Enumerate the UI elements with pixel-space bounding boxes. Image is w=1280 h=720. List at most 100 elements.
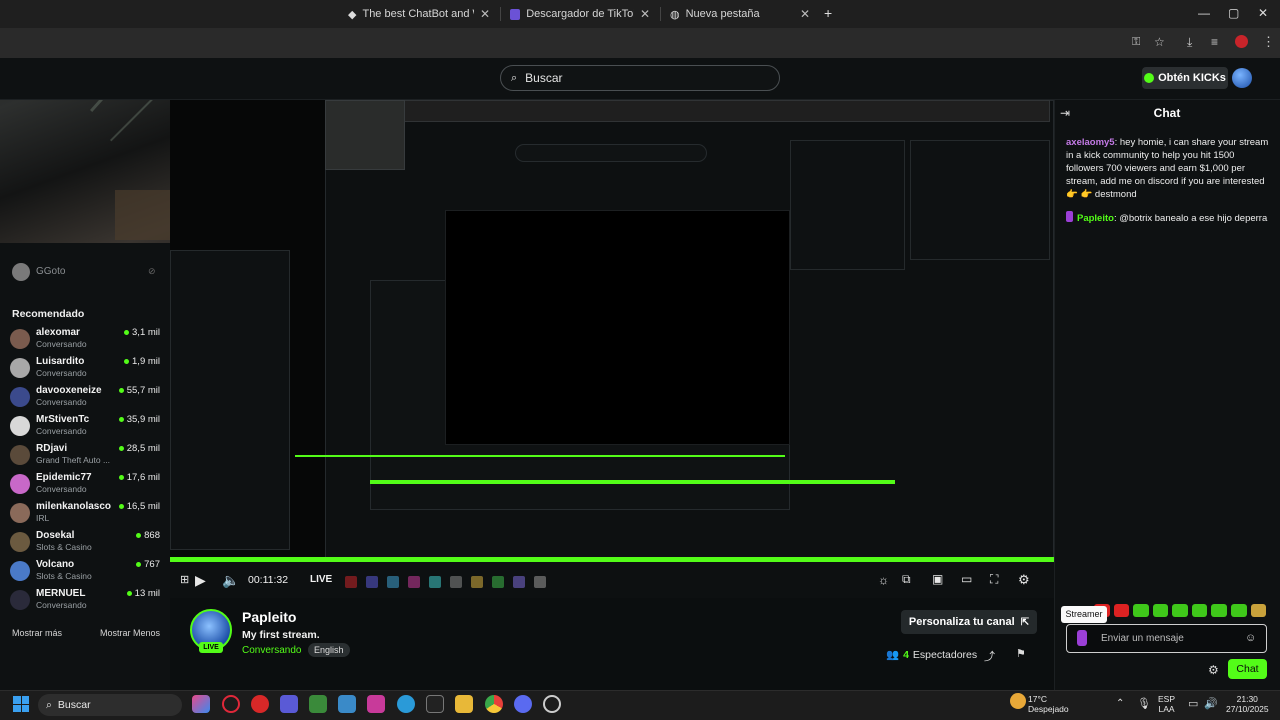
microphone-icon[interactable]: 🎙 [1137,697,1151,710]
windows-logo-ghost-icon: ⊞ [180,574,190,586]
windows-start-icon[interactable] [13,696,29,712]
bookmark-star-icon[interactable]: ☆ [1154,35,1165,49]
volume-icon[interactable]: 🔈 [222,572,239,589]
emote-icon[interactable] [1152,604,1169,617]
download-icon[interactable]: ⤓ [1187,35,1192,50]
sidebar-channel-item[interactable]: Dosekal Slots & Casino 868 [10,529,162,555]
epic-games-icon[interactable] [426,695,444,713]
stream-title: My first stream. [242,629,320,641]
channel-name: davooxeneize [36,385,102,396]
emote-icon[interactable] [1172,604,1188,617]
tab-favicon-icon [510,8,521,20]
edge-icon[interactable] [397,695,415,713]
settings-gear-icon[interactable]: ⚙ [1018,572,1030,588]
discord-icon[interactable] [514,695,532,713]
play-button[interactable]: ▶ [195,572,206,589]
channel-avatar [10,445,30,465]
fullscreen-icon[interactable]: ⛶ [990,572,998,587]
network-icon[interactable]: ▭ [1188,697,1198,710]
customize-channel-button[interactable]: Personaliza tu canal ⇱ [901,610,1037,634]
steam-icon[interactable] [338,695,356,713]
share-icon[interactable]: ⤴ [984,648,995,664]
speaker-icon[interactable]: 🔊 [1204,697,1218,710]
channel-name: Volcano [36,559,75,570]
channel-avatar [10,590,30,610]
get-kicks-button[interactable]: Obtén KICKs [1142,67,1228,89]
emote-icon[interactable] [1230,604,1247,617]
weather-icon [1010,693,1026,709]
stream-category[interactable]: Conversando [242,645,301,656]
obs-icon[interactable] [543,695,561,713]
sidebar-channel-item[interactable]: alexomar Conversando 3,1 mil [10,326,162,352]
sidebar-channel-item[interactable]: RDjavi Grand Theft Auto ... 28,5 mil [10,442,162,468]
clock[interactable]: 21:30 27/10/2025 [1226,694,1269,714]
close-window-button[interactable]: ✕ [1258,6,1268,20]
emote-icon[interactable] [1113,604,1130,617]
sidebar-channel-item[interactable]: Luisardito Conversando 1,9 mil [10,355,162,381]
tab-chatbot[interactable]: ◆ The best ChatBot and Widgets ✕ [340,2,498,26]
viewer-count: 55,7 mil [119,385,160,396]
channel-avatar [10,503,30,523]
close-tab-icon[interactable]: ✕ [800,7,810,21]
language-tag[interactable]: English [308,643,350,657]
picture-in-picture-icon[interactable]: ⧉ [902,572,911,587]
teams-icon[interactable] [280,695,298,713]
taskbar-search[interactable]: ⌕ Buscar [38,694,182,716]
tab-favicon-icon: ◆ [348,8,357,21]
sidebar-channel-item[interactable]: Volcano Slots & Casino 767 [10,558,162,584]
key-icon[interactable]: ⚿ [1132,36,1140,49]
sidebar-channel-item[interactable]: milenkanolasco IRL 16,5 mil [10,500,162,526]
chrome-icon[interactable] [485,695,503,713]
chat-settings-icon[interactable]: ⚙ [1208,663,1219,677]
record-app-icon[interactable] [251,695,269,713]
chat-username[interactable]: Papleito [1077,213,1114,224]
channel-category: Conversando [36,484,87,494]
sidebar-channel-item[interactable]: Epidemic77 Conversando 17,6 mil [10,471,162,497]
show-more-link[interactable]: Mostrar más [12,628,62,638]
video-player[interactable] [170,100,1054,560]
opera-icon[interactable] [222,695,240,713]
emote-icon[interactable] [1191,604,1208,617]
maximize-button[interactable]: ▢ [1228,6,1239,20]
user-avatar[interactable] [1232,68,1252,88]
close-tab-icon[interactable]: ✕ [640,7,650,21]
offline-channel-name[interactable]: GGoto [36,266,65,277]
chat-send-button[interactable]: Chat [1228,659,1267,679]
offline-channel-avatar[interactable] [12,263,30,281]
file-explorer-icon[interactable] [455,695,473,713]
emote-icon[interactable] [1211,604,1227,617]
new-tab-button[interactable]: + [824,5,832,21]
channel-category: Slots & Casino [36,542,92,552]
close-tab-icon[interactable]: ✕ [480,7,490,21]
tab-tiktok[interactable]: Descargador de TikTok | Descarg ✕ [502,2,658,26]
minimize-button[interactable]: — [1198,6,1210,20]
browser-menu-icon[interactable]: ⋮ [1262,34,1275,50]
sidebar-channel-item[interactable]: MrStivenTc Conversando 35,9 mil [10,413,162,439]
media-control-icon[interactable]: ≡ [1211,35,1218,49]
channel-name[interactable]: Papleito [242,609,296,625]
clip-icon[interactable]: ▣ [932,572,943,586]
nvidia-icon[interactable] [309,695,327,713]
channel-name: Luisardito [36,356,85,367]
app-icon[interactable] [367,695,385,713]
sidebar-channel-item[interactable]: davooxeneize Conversando 55,7 mil [10,384,162,410]
sidebar-channel-item[interactable]: MERNUEL Conversando 13 mil [10,587,162,613]
theater-mode-icon[interactable]: ▭ [961,572,972,586]
channel-avatar [10,358,30,378]
show-less-link[interactable]: Mostrar Menos [100,628,160,638]
input-language[interactable]: ESP LAA [1158,694,1175,714]
emote-icon[interactable] [1250,604,1267,617]
profile-flag-icon[interactable] [1235,35,1248,48]
emoji-picker-icon[interactable]: ☺ [1245,632,1256,644]
weather-widget[interactable]: 17°C Despejado [1028,694,1069,714]
emote-icon[interactable] [1133,604,1149,617]
broadcaster-badge-icon[interactable] [1077,630,1087,646]
tab-new[interactable]: ◍ Nueva pestaña ✕ [662,2,818,26]
chat-message-input[interactable]: Enviar un mensaje [1066,624,1267,653]
copilot-icon[interactable] [192,695,210,713]
browser-tab-bar: ◆ The best ChatBot and Widgets ✕ Descarg… [0,0,1280,28]
chevron-up-icon[interactable]: ⌃ [1116,698,1124,709]
search-input[interactable]: ⌕ Buscar [500,65,780,91]
chat-username[interactable]: axelaomy5 [1066,137,1115,148]
gift-icon[interactable]: ⚑ [1016,647,1026,660]
